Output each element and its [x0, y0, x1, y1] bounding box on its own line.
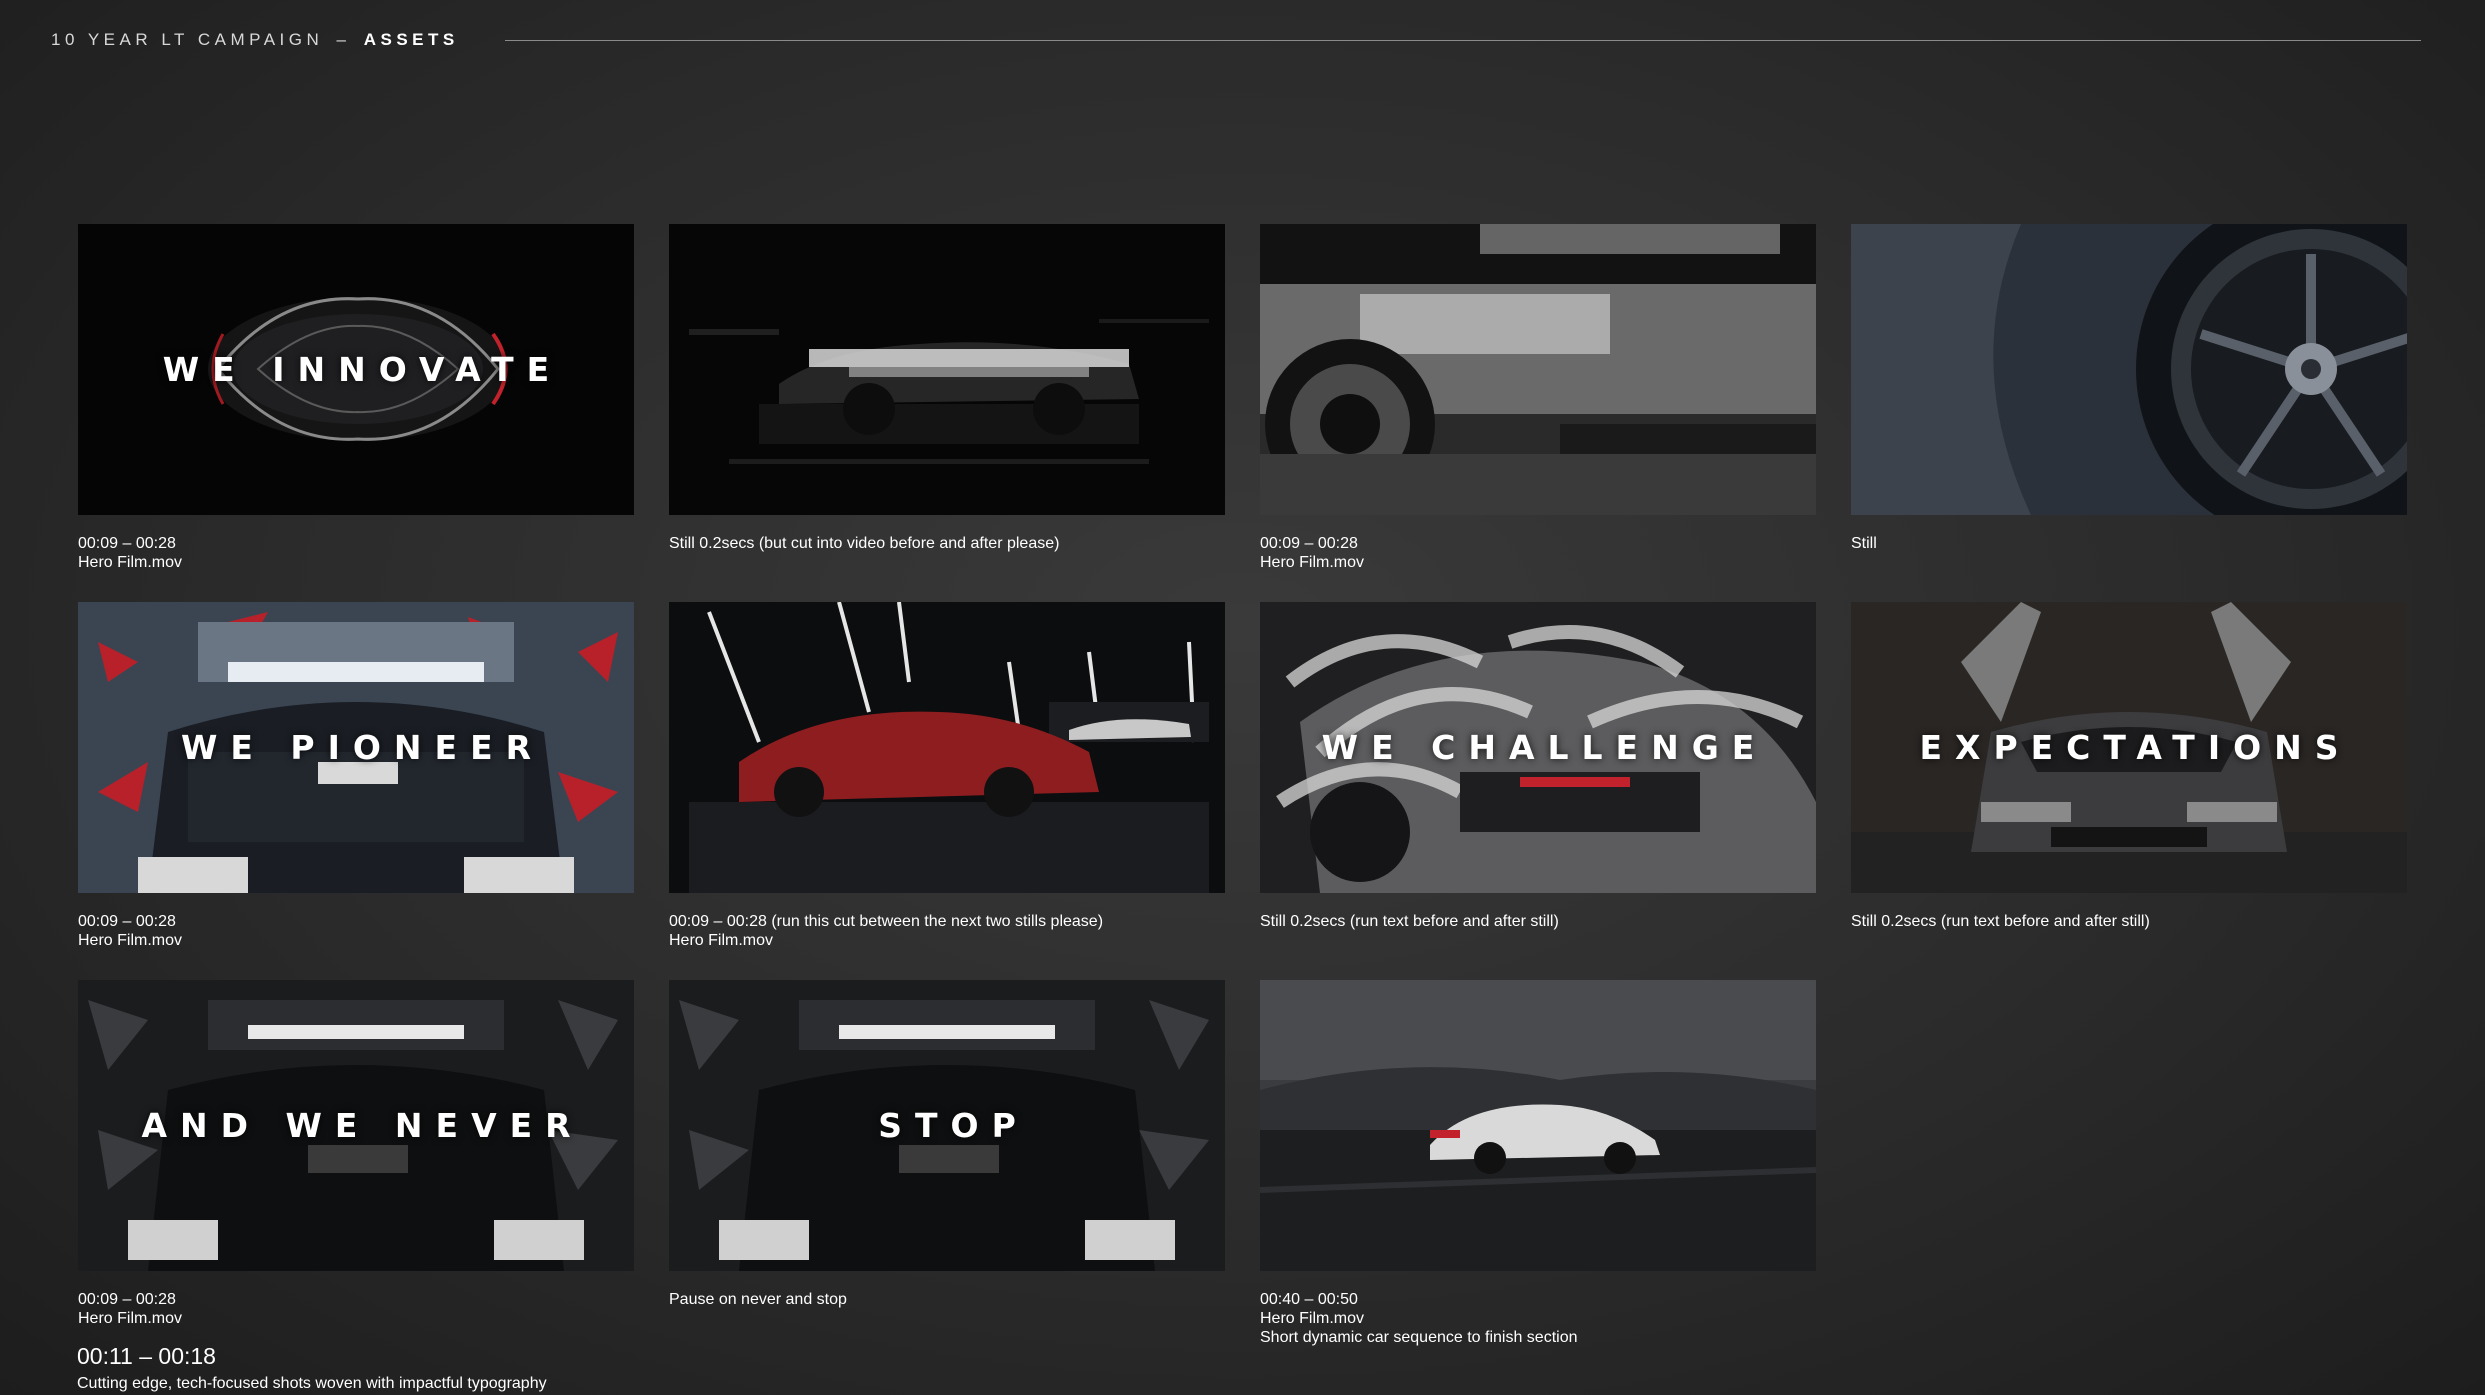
asset-card[interactable]: WE PIONEER 00:09 – 00:28 Hero Film.mov	[78, 602, 634, 980]
caption-line: Hero Film.mov	[78, 932, 183, 949]
campaign-title: 10 YEAR LT CAMPAIGN – ASSETS	[51, 30, 459, 50]
asset-caption: Still 0.2secs (run text before and after…	[1260, 912, 1816, 931]
caption-line: 00:09 – 00:28	[78, 535, 176, 552]
caption-line: Hero Film.mov	[669, 932, 774, 949]
caption-line: 00:09 – 00:28 (run this cut between the …	[669, 913, 1104, 930]
overlay-text: AND WE NEVER	[141, 1106, 584, 1145]
caption-line: 00:09 – 00:28	[78, 1291, 176, 1308]
caption-line: Still	[1851, 535, 1877, 552]
section-name: ASSETS	[363, 30, 459, 49]
glitch-car-image	[669, 224, 1225, 515]
caption-line: Still 0.2secs (but cut into video before…	[669, 535, 1060, 552]
asset-card[interactable]: WE CHALLENGE Still 0.2secs (run text bef…	[1260, 602, 1816, 980]
asset-caption: 00:09 – 00:28 Hero Film.mov	[1260, 534, 1816, 572]
page-header: 10 YEAR LT CAMPAIGN – ASSETS	[51, 28, 2421, 52]
asset-caption: 00:09 – 00:28 Hero Film.mov	[78, 534, 634, 572]
asset-thumbnail-pioneer[interactable]: WE PIONEER	[78, 602, 634, 893]
white-car-road-image	[1260, 980, 1816, 1271]
caption-line: Hero Film.mov	[1260, 554, 1365, 571]
caption-line: Hero Film.mov	[1260, 1310, 1365, 1327]
asset-thumbnail-expectations[interactable]: EXPECTATIONS	[1851, 602, 2407, 893]
caption-line: Still 0.2secs (run text before and after…	[1260, 913, 1559, 930]
asset-card[interactable]: 00:40 – 00:50 Hero Film.mov Short dynami…	[1260, 980, 1816, 1358]
asset-thumbnail-glitch-car[interactable]	[669, 224, 1225, 515]
asset-card[interactable]: STOP Pause on never and stop	[669, 980, 1225, 1358]
caption-line: Pause on never and stop	[669, 1291, 847, 1308]
asset-thumbnail-glitch-wheel[interactable]	[1260, 224, 1816, 515]
overlay-text: WE PIONEER	[180, 728, 545, 767]
asset-caption: Still	[1851, 534, 2407, 553]
glitch-wheel-image	[1260, 224, 1816, 515]
asset-card[interactable]: WE INNOVATE 00:09 – 00:28 Hero Film.mov	[78, 224, 634, 602]
caption-line: 00:40 – 00:50	[1260, 1291, 1358, 1308]
caption-line: Hero Film.mov	[78, 554, 183, 571]
asset-caption: 00:09 – 00:28 Hero Film.mov	[78, 1290, 634, 1328]
asset-card[interactable]: Still 0.2secs (but cut into video before…	[669, 224, 1225, 602]
caption-line: Still 0.2secs (run text before and after…	[1851, 913, 2150, 930]
asset-caption: 00:40 – 00:50 Hero Film.mov Short dynami…	[1260, 1290, 1816, 1347]
caption-line: 00:09 – 00:28	[78, 913, 176, 930]
asset-card[interactable]: 00:09 – 00:28 Hero Film.mov	[1260, 224, 1816, 602]
asset-thumbnail-innovate[interactable]: WE INNOVATE	[78, 224, 634, 515]
overlay-text: EXPECTATIONS	[1919, 728, 2352, 767]
campaign-name: 10 YEAR LT CAMPAIGN	[51, 30, 324, 49]
overlay-text: STOP	[878, 1106, 1029, 1145]
caption-line: Hero Film.mov	[78, 1310, 183, 1327]
asset-card[interactable]: EXPECTATIONS Still 0.2secs (run text bef…	[1851, 602, 2407, 980]
asset-thumbnail-wheel-still[interactable]	[1851, 224, 2407, 515]
asset-card[interactable]: 00:09 – 00:28 (run this cut between the …	[669, 602, 1225, 980]
asset-caption: Pause on never and stop	[669, 1290, 1225, 1309]
overlay-text: WE INNOVATE	[162, 350, 563, 389]
title-separator: –	[336, 30, 351, 49]
assets-grid: WE INNOVATE 00:09 – 00:28 Hero Film.mov	[78, 224, 2407, 1358]
asset-thumbnail-and-we-never[interactable]: AND WE NEVER	[78, 980, 634, 1271]
header-rule	[504, 39, 2421, 41]
asset-caption: Still 0.2secs (run text before and after…	[1851, 912, 2407, 931]
asset-card[interactable]: Still	[1851, 224, 2407, 602]
overlay-text: WE CHALLENGE	[1321, 728, 1768, 767]
section-description: Cutting edge, tech-focused shots woven w…	[77, 1375, 547, 1392]
asset-thumbnail-stop[interactable]: STOP	[669, 980, 1225, 1271]
wheel-still-image	[1851, 224, 2407, 515]
asset-caption: 00:09 – 00:28 (run this cut between the …	[669, 912, 1225, 950]
asset-caption: 00:09 – 00:28 Hero Film.mov	[78, 912, 634, 950]
caption-line: Short dynamic car sequence to finish sec…	[1260, 1329, 1578, 1346]
section-summary: 00:11 – 00:18 Cutting edge, tech-focused…	[77, 1343, 547, 1393]
asset-thumbnail-white-car-road[interactable]	[1260, 980, 1816, 1271]
asset-caption: Still 0.2secs (but cut into video before…	[669, 534, 1225, 553]
caption-line: 00:09 – 00:28	[1260, 535, 1358, 552]
asset-card[interactable]: AND WE NEVER 00:09 – 00:28 Hero Film.mov	[78, 980, 634, 1358]
asset-thumbnail-red-car[interactable]	[669, 602, 1225, 893]
section-timecode: 00:11 – 00:18	[77, 1343, 216, 1369]
asset-thumbnail-challenge[interactable]: WE CHALLENGE	[1260, 602, 1816, 893]
red-car-studio-image	[669, 602, 1225, 893]
